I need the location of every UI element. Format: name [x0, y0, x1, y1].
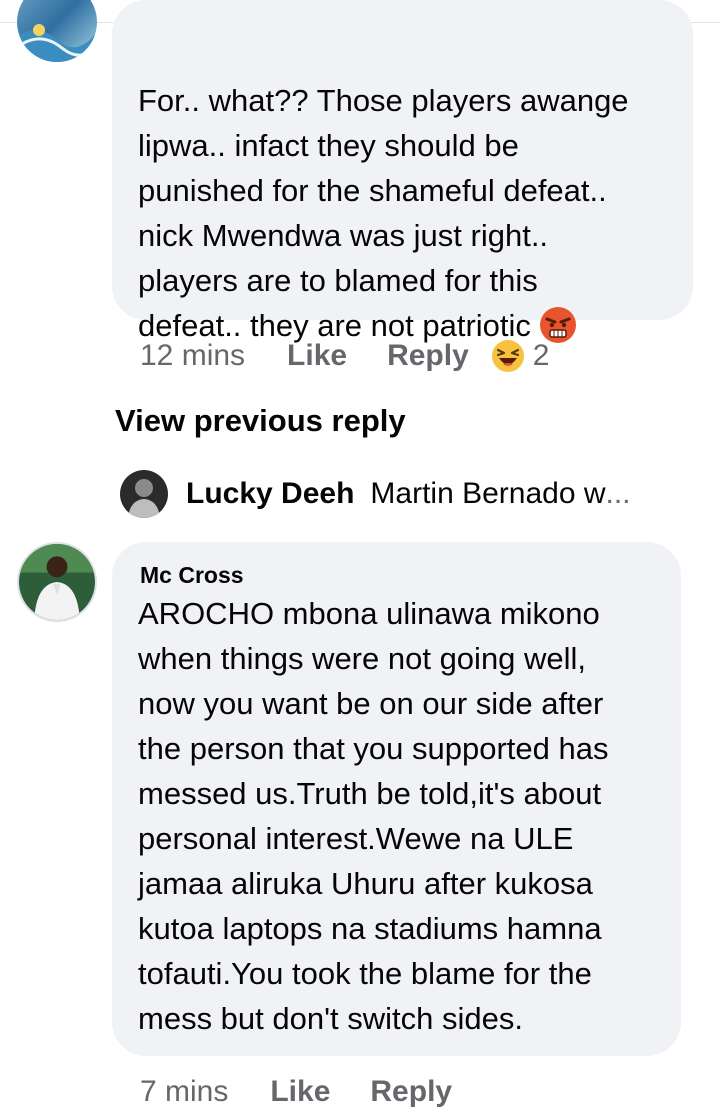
haha-reaction-icon	[491, 340, 524, 372]
comment-body-1: For.. what?? Those players awange lipwa.…	[138, 83, 629, 343]
comment-time-2[interactable]: 7 mins	[140, 1075, 228, 1109]
reply-preview-row[interactable]: Lucky Deeh Martin Bernado w...	[120, 470, 631, 518]
comment-meta-2: 7 mins Like Reply	[140, 1072, 492, 1112]
comment-text-2: AROCHO mbona ulinawa mikono when things …	[138, 596, 609, 1036]
comment-time-1[interactable]: 12 mins	[140, 339, 245, 373]
reply-preview-text: Martin Bernado w	[370, 477, 606, 510]
reaction-summary-1[interactable]: 2	[491, 339, 550, 373]
avatar-image	[19, 544, 95, 620]
reply-button-1[interactable]: Reply	[387, 339, 469, 373]
commenter-avatar-1[interactable]	[17, 0, 97, 62]
reaction-count-1: 2	[532, 339, 550, 372]
like-button-2[interactable]: Like	[270, 1075, 330, 1109]
reply-button-2[interactable]: Reply	[370, 1075, 452, 1109]
commenter-avatar-2[interactable]	[17, 542, 97, 622]
avatar-image	[17, 0, 97, 62]
comment-meta-1: 12 mins Like Reply 2	[140, 336, 549, 376]
avatar-image	[120, 470, 168, 518]
reply-avatar[interactable]	[120, 470, 168, 518]
reply-author-name[interactable]: Lucky Deeh	[186, 477, 354, 511]
comment-author-2[interactable]: Mc Cross	[140, 562, 244, 589]
like-button-1[interactable]: Like	[287, 339, 347, 373]
reply-preview-ellipsis: ...	[605, 477, 631, 510]
view-previous-reply-link[interactable]: View previous reply	[115, 403, 406, 439]
comment-text-1: For.. what?? Those players awange lipwa.…	[138, 33, 683, 348]
